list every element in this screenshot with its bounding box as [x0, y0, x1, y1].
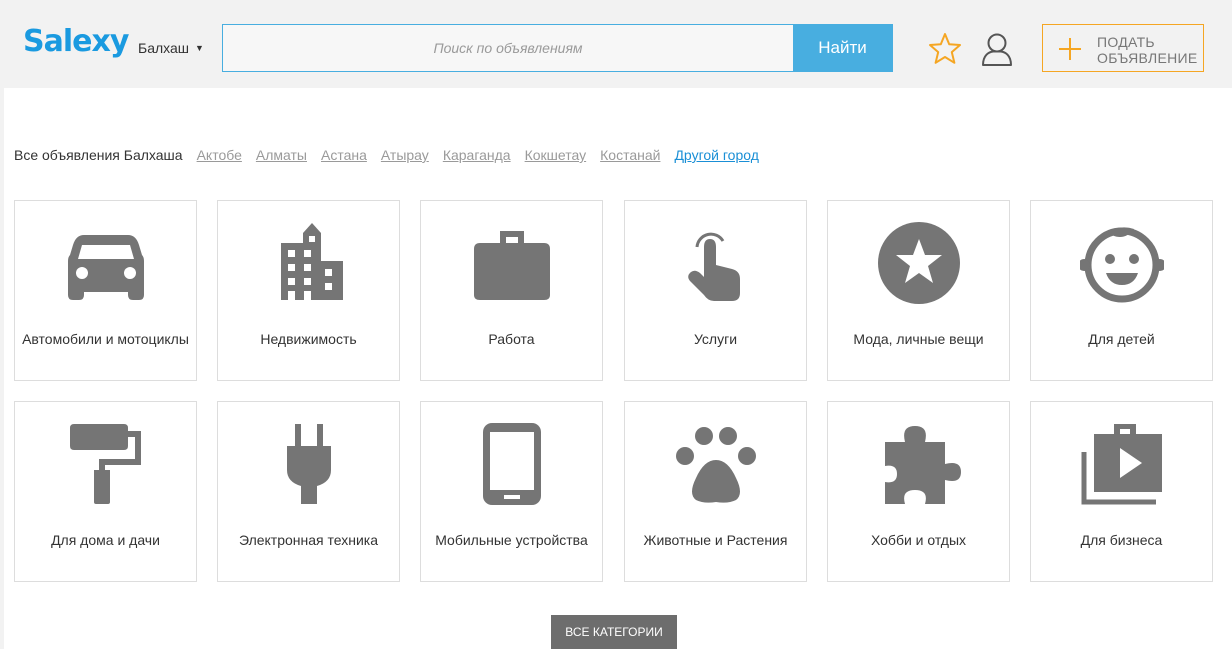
city-name: Балхаш [138, 40, 190, 56]
city-link-karaganda[interactable]: Караганда [443, 147, 511, 163]
category-tile-services[interactable]: Услуги [624, 200, 807, 381]
city-link-aktobe[interactable]: Актобе [197, 147, 242, 163]
category-label: Для дома и дачи [51, 532, 160, 548]
smartphone-icon [482, 423, 541, 505]
category-tile-electronics[interactable]: Электронная техника [217, 401, 400, 582]
category-label: Электронная техника [238, 532, 379, 548]
category-tile-kids[interactable]: Для детей [1030, 200, 1213, 381]
category-label: Хобби и отдых [870, 532, 967, 548]
category-tile-mobile[interactable]: Мобильные устройства [420, 401, 603, 582]
plug-icon [286, 424, 331, 504]
city-link-atyrau[interactable]: Атырау [381, 147, 429, 163]
category-tile-hobby[interactable]: Хобби и отдых [827, 401, 1010, 582]
category-label: Услуги [693, 331, 738, 347]
hand-pointer-icon [687, 232, 740, 301]
chevron-down-icon: ▼ [195, 43, 204, 53]
category-label: Недвижимость [260, 331, 357, 347]
category-label: Для бизнеса [1080, 532, 1163, 548]
paw-icon [675, 427, 756, 503]
category-tile-jobs[interactable]: Работа [420, 200, 603, 381]
favorites-star-icon[interactable] [927, 31, 963, 67]
search-input[interactable] [223, 25, 793, 71]
top-bar: Salexy Балхаш ▼ Найти ПОДАТЬ ОБЪЯВЛЕНИЕ [0, 0, 1232, 88]
category-label: Для детей [1088, 331, 1155, 347]
all-categories-button[interactable]: ВСЕ КАТЕГОРИИ [551, 615, 677, 649]
other-city-link[interactable]: Другой город [674, 147, 758, 163]
category-label: Животные и Растения [643, 532, 788, 548]
post-ad-line2: ОБЪЯВЛЕНИЕ [1097, 50, 1198, 66]
main-content: Все объявления Балхаша Актобе Алматы Астана… [4, 88, 1232, 649]
post-ad-line1: ПОДАТЬ [1097, 34, 1155, 50]
category-label: Автомобили и мотоциклы [22, 331, 189, 347]
star-circle-icon [877, 222, 960, 304]
all-ads-label: Все объявления Балхаша [14, 147, 183, 163]
city-link-almaty[interactable]: Алматы [256, 147, 307, 163]
paint-roller-icon [69, 424, 141, 504]
logo[interactable]: Salexy [23, 24, 129, 60]
category-tile-animals[interactable]: Животные и Растения [624, 401, 807, 582]
post-ad-button[interactable]: ПОДАТЬ ОБЪЯВЛЕНИЕ [1042, 24, 1204, 72]
building-icon [280, 223, 343, 300]
category-tile-auto[interactable]: Автомобили и мотоциклы [14, 200, 197, 381]
category-tile-business[interactable]: Для бизнеса [1030, 401, 1213, 582]
city-link-kostanay[interactable]: Костанай [600, 147, 660, 163]
city-selector[interactable]: Балхаш ▼ [138, 39, 204, 57]
category-tile-home[interactable]: Для дома и дачи [14, 401, 197, 582]
search-bar: Найти [222, 24, 893, 72]
city-link-kokshetau[interactable]: Кокшетау [525, 147, 587, 163]
post-ad-label: ПОДАТЬ ОБЪЯВЛЕНИЕ [1097, 34, 1198, 66]
category-label: Работа [488, 331, 535, 347]
city-link-astana[interactable]: Астана [321, 147, 367, 163]
puzzle-icon [884, 426, 961, 504]
plus-icon [1059, 38, 1081, 60]
category-tile-realty[interactable]: Недвижимость [217, 200, 400, 381]
search-button[interactable]: Найти [793, 25, 892, 71]
user-icon[interactable] [980, 31, 1014, 67]
briefcase-icon [473, 231, 550, 300]
city-links: Все объявления Балхаша Актобе Алматы Астана… [14, 146, 773, 164]
business-video-icon [1081, 424, 1162, 505]
category-label: Мобильные устройства [435, 532, 588, 548]
baby-face-icon [1079, 227, 1164, 303]
category-label: Мода, личные вещи [853, 331, 984, 347]
category-tile-fashion[interactable]: Мода, личные вещи [827, 200, 1010, 381]
car-icon [67, 235, 144, 300]
